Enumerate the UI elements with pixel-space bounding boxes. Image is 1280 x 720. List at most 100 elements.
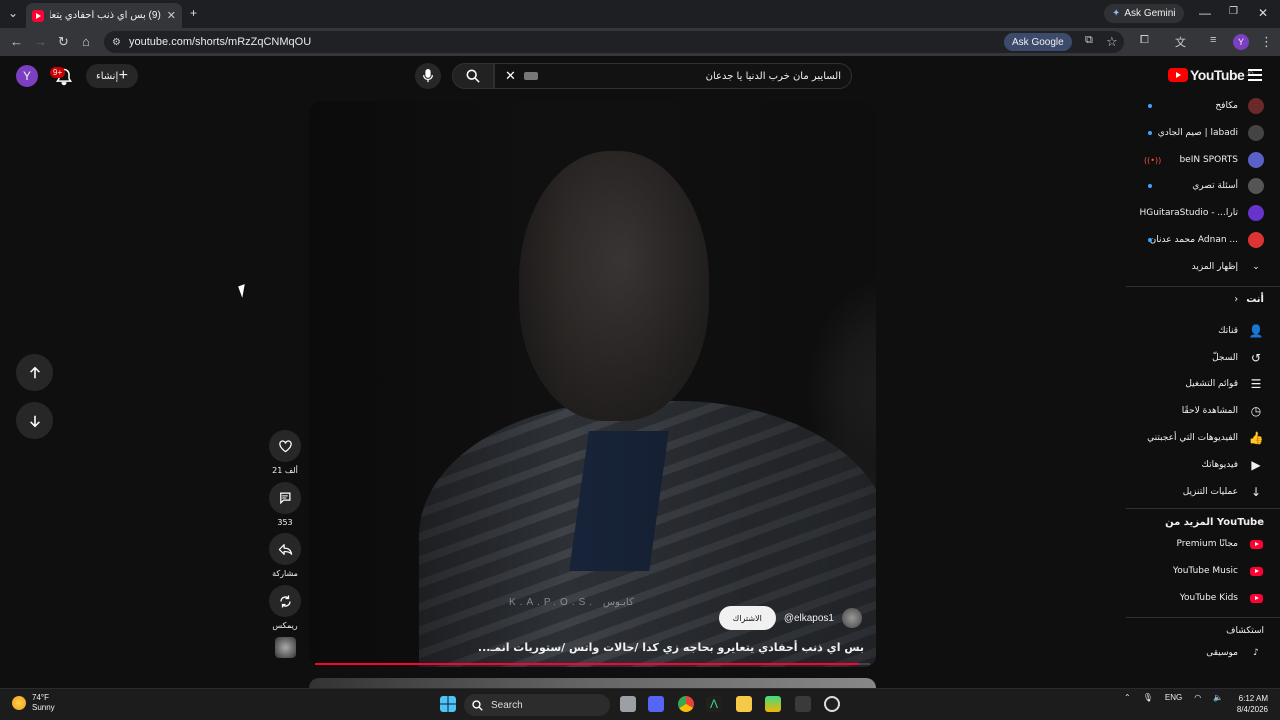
new-tab-icon[interactable]: +	[190, 6, 197, 20]
forward-icon[interactable]: →	[34, 34, 47, 49]
next-short-button[interactable]	[16, 402, 53, 439]
guide-subscription-item[interactable]: أسئلة تصري	[1126, 173, 1280, 199]
guide-youtube-product-item[interactable]: YouTube Music	[1126, 558, 1280, 584]
previous-short-button[interactable]	[16, 354, 53, 391]
comment-action[interactable]: 353	[268, 482, 302, 527]
subscription-avatar	[1248, 205, 1264, 222]
site-info-icon[interactable]: ⚙	[112, 37, 121, 48]
close-tab-icon[interactable]: ✕	[167, 9, 176, 22]
browser-tab[interactable]: (9) بس اي ذنب أحفادي يتعاير ✕	[26, 3, 182, 28]
next-short-preview[interactable]	[309, 678, 876, 688]
ask-google-button[interactable]: Ask Google	[1004, 33, 1072, 51]
plus-icon: +	[118, 67, 128, 84]
minimize-icon[interactable]: —	[1199, 6, 1211, 20]
tray-mic-icon[interactable]: 🎙	[1143, 693, 1153, 702]
explore-header: استكشاف	[1226, 625, 1264, 636]
like-button[interactable]	[269, 430, 301, 462]
search-input[interactable]	[547, 70, 841, 82]
ask-gemini-button[interactable]: ✦ Ask Gemini	[1104, 4, 1184, 23]
you-section-header[interactable]: › أنت	[1126, 294, 1280, 305]
guide-explore-item[interactable]: موسيقى ♪	[1126, 640, 1280, 666]
search-field[interactable]: ✕	[494, 63, 852, 89]
chrome-icon[interactable]	[678, 696, 694, 712]
taskbar-search[interactable]: Search	[464, 694, 610, 716]
video-shading	[309, 101, 876, 667]
translate-icon[interactable]: 文	[1175, 34, 1186, 50]
volume-icon[interactable]: 🔈	[1213, 693, 1223, 702]
keyboard-icon[interactable]	[523, 72, 538, 80]
channel-avatar[interactable]	[842, 608, 862, 628]
guide-subscription-item[interactable]: ((•)) beIN SPORTS	[1126, 147, 1280, 173]
share-action[interactable]: مشاركة	[268, 533, 302, 578]
guide-subscription-item[interactable]: محمد عدنان Adnan ...	[1126, 227, 1280, 253]
store-icon[interactable]	[765, 696, 781, 712]
youtube-product-icon	[1249, 539, 1263, 549]
subscribe-button[interactable]: الاشتراك	[718, 606, 776, 630]
tab-search-icon[interactable]: ⌄	[8, 6, 18, 20]
share-button[interactable]	[269, 533, 301, 565]
tray-chevron-icon[interactable]: ⌃	[1124, 693, 1131, 702]
media-controls-icon[interactable]: ≡	[1210, 34, 1216, 46]
guide-subscription-item[interactable]: HGuitaraStudio - ...تارا	[1126, 200, 1280, 226]
voice-search-button[interactable]	[415, 63, 441, 89]
guide-item-label: فيديوهاتك	[1201, 459, 1238, 470]
remix-label: ريمكس	[272, 621, 298, 630]
guide-menu-icon[interactable]	[1248, 69, 1262, 84]
discord-icon[interactable]	[648, 696, 664, 712]
channel-name[interactable]: @elkapos1	[784, 613, 834, 624]
guide-item-label: المشاهدة لاحقًا	[1181, 406, 1238, 417]
browser-profile-avatar[interactable]: Y	[1233, 34, 1249, 50]
terminal-icon[interactable]	[795, 696, 811, 712]
create-button[interactable]: إنشاء +	[86, 64, 138, 88]
wifi-icon[interactable]: ◠	[1194, 693, 1201, 702]
file-explorer-icon[interactable]	[736, 696, 752, 712]
task-view-icon[interactable]	[620, 696, 636, 712]
short-video-player[interactable]: K.A.P.O.S. كابـوس الاشتراك @elkapos1 بس …	[309, 101, 876, 667]
guide-subscription-item[interactable]: صيم الجادي | labadi	[1126, 120, 1280, 146]
back-icon[interactable]: ←	[10, 34, 23, 49]
sound-thumbnail[interactable]	[275, 637, 296, 658]
extensions-icon[interactable]: ⧠	[1140, 34, 1149, 47]
guide-youtube-product-item[interactable]: Premium مجانًا	[1126, 531, 1280, 557]
guide-youtube-product-item[interactable]: YouTube Kids	[1126, 585, 1280, 611]
guide-subscription-item[interactable]: مكافح	[1126, 93, 1280, 119]
home-icon[interactable]: ⌂	[82, 34, 90, 49]
guide-you-item[interactable]: المشاهدة لاحقًا ◷	[1126, 398, 1280, 424]
search-button[interactable]	[452, 63, 494, 89]
guide-you-item[interactable]: قناتك 👤	[1126, 318, 1280, 344]
youtube-logo[interactable]: YouTube JO	[1168, 67, 1253, 83]
account-avatar[interactable]: Y	[16, 65, 38, 87]
taskbar-clock[interactable]: 6:12 AM 8/4/2026	[1230, 693, 1268, 715]
maximize-icon[interactable]: ❐	[1229, 6, 1238, 17]
weather-widget[interactable]: 74°F Sunny	[12, 693, 55, 713]
guide-you-item[interactable]: الفيديوهات التي أعجبتني 👍	[1126, 425, 1280, 451]
url-bar[interactable]: youtube.com/shorts/mRzZqCNMqOU	[104, 31, 1124, 53]
remix-action[interactable]: ريمكس	[268, 585, 302, 630]
bookmark-star-icon[interactable]: ☆	[1106, 34, 1118, 50]
guide-you-item[interactable]: قوائم التشغيل ☰	[1126, 371, 1280, 397]
language-indicator[interactable]: ENG	[1165, 693, 1182, 702]
openai-icon[interactable]	[824, 696, 840, 712]
close-window-icon[interactable]: ✕	[1258, 6, 1268, 20]
comments-button[interactable]	[269, 482, 301, 514]
video-progress-bar[interactable]	[315, 663, 870, 665]
browser-menu-icon[interactable]: ⋮	[1260, 34, 1273, 50]
new-content-dot	[1148, 104, 1152, 108]
guide-you-item[interactable]: عمليات التنزيل ↓	[1126, 479, 1280, 505]
music-icon: ♪	[1253, 647, 1259, 658]
like-action[interactable]: 21 ألف	[268, 430, 302, 475]
windows-start-icon[interactable]	[440, 696, 456, 712]
app-icon[interactable]: Λ	[706, 696, 722, 712]
remix-button[interactable]	[269, 585, 301, 617]
short-title[interactable]: بس اي ذنب أحفادي يتعايرو بحاجه زي كدا /ح…	[324, 641, 864, 654]
clear-search-icon[interactable]: ✕	[505, 68, 516, 84]
guide-you-item[interactable]: السجلّ ↺	[1126, 345, 1280, 371]
show-more-subscriptions[interactable]: إظهار المزيد ⌄	[1126, 254, 1280, 280]
channel-row: الاشتراك @elkapos1	[718, 606, 862, 630]
url-text: youtube.com/shorts/mRzZqCNMqOU	[129, 36, 312, 48]
install-app-icon[interactable]: ⧉	[1085, 34, 1093, 47]
guide-divider	[1126, 285, 1280, 287]
reload-icon[interactable]: ↻	[58, 34, 69, 50]
guide-you-item[interactable]: فيديوهاتك ▶	[1126, 452, 1280, 478]
browser-tab-strip: ⌄ (9) بس اي ذنب أحفادي يتعاير ✕ + ✦ Ask …	[0, 0, 1280, 28]
